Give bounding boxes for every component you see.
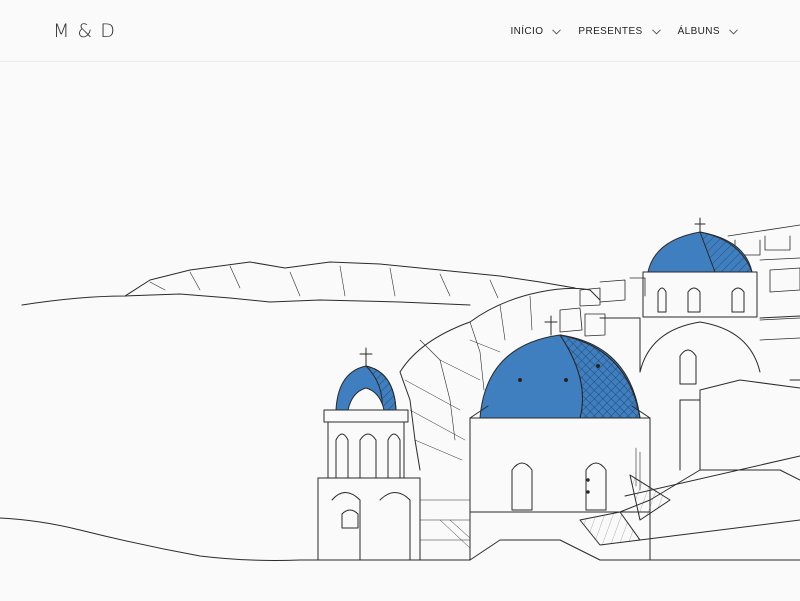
nav-item-albuns[interactable]: ÁLBUNS [678,26,738,37]
chevron-down-icon [552,28,562,35]
chevron-down-icon [729,28,738,35]
back-church [599,217,800,385]
main-dome-church [469,315,651,513]
nav-label-inicio: INÍCIO [510,26,544,37]
site-header: M & D INÍCIO PRESENTES ÁLBUNS [0,0,800,62]
distant-island [21,261,576,306]
nav-item-presentes[interactable]: PRESENTES [578,26,661,37]
nav-item-inicio[interactable]: INÍCIO [510,26,562,37]
site-logo[interactable]: M & D [53,20,116,42]
nav-label-albuns: ÁLBUNS [677,26,720,37]
santorini-illustration [0,217,800,561]
chevron-down-icon [651,28,661,35]
main-nav: INÍCIO PRESENTES ÁLBUNS [510,26,738,37]
shoreline [0,517,331,561]
bell-tower [317,347,421,561]
nav-label-presentes: PRESENTES [578,26,643,37]
